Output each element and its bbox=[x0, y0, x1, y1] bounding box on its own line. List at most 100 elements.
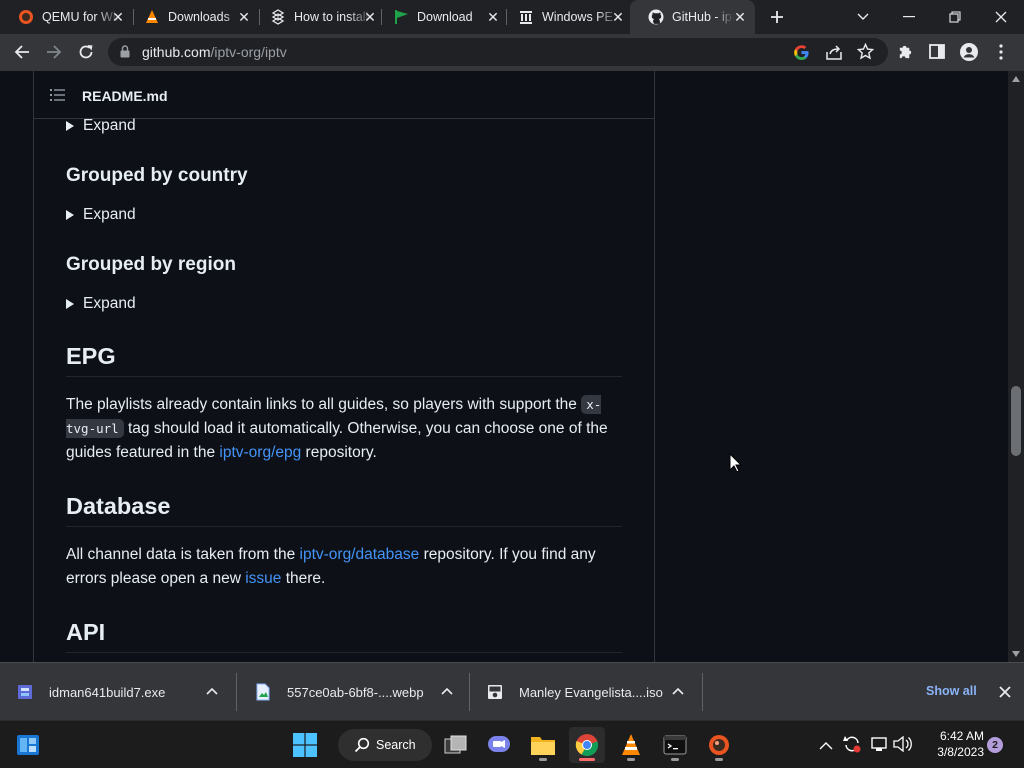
start-button[interactable] bbox=[287, 727, 323, 763]
tab-search-button[interactable] bbox=[840, 0, 886, 34]
database-repo-link[interactable]: iptv-org/database bbox=[300, 546, 420, 563]
close-window-button[interactable] bbox=[978, 0, 1024, 34]
database-text-1: All channel data is taken from the bbox=[66, 546, 300, 563]
tab-strip: QEMU for Windows ✕ Downloads ✕ How to in… bbox=[0, 0, 1024, 34]
show-hidden-icons-button[interactable] bbox=[819, 738, 833, 756]
url-domain: github.com bbox=[142, 44, 211, 60]
expand-label: Expand bbox=[83, 117, 136, 134]
lock-icon[interactable] bbox=[120, 45, 130, 63]
image-file-icon bbox=[256, 683, 270, 701]
chevron-up-icon[interactable] bbox=[441, 686, 453, 698]
back-arrow-icon bbox=[14, 45, 29, 59]
widgets-button[interactable] bbox=[10, 727, 46, 763]
folder-icon bbox=[531, 737, 555, 755]
running-indicator bbox=[627, 758, 635, 761]
vlc-cone-icon bbox=[144, 9, 160, 25]
menu-kebab-icon[interactable] bbox=[998, 44, 1004, 65]
search-label: Search bbox=[376, 738, 416, 752]
database-text-3: there. bbox=[281, 570, 326, 587]
epg-text-3: repository. bbox=[301, 444, 377, 461]
epg-text-1: The playlists already contain links to a… bbox=[66, 396, 582, 413]
volume-icon[interactable] bbox=[893, 735, 913, 757]
epg-repo-link[interactable]: iptv-org/epg bbox=[219, 444, 301, 461]
forward-button[interactable] bbox=[41, 39, 67, 65]
clock[interactable]: 6:42 AM 3/8/2023 bbox=[918, 728, 984, 760]
chevron-up-icon[interactable] bbox=[206, 686, 218, 698]
heading-divider bbox=[66, 652, 622, 653]
expand-toggle[interactable]: Expand bbox=[66, 206, 136, 224]
expand-toggle[interactable]: Expand bbox=[66, 117, 136, 135]
github-icon bbox=[648, 9, 664, 25]
tab-download[interactable]: Download ✕ bbox=[375, 0, 508, 34]
outline-list-icon[interactable] bbox=[50, 88, 66, 107]
teams-chat-button[interactable] bbox=[481, 727, 517, 763]
share-icon[interactable] bbox=[825, 44, 843, 66]
forward-arrow-icon bbox=[47, 45, 62, 59]
chevron-up-icon[interactable] bbox=[672, 686, 684, 698]
back-button[interactable] bbox=[9, 39, 35, 65]
chevron-up-icon bbox=[819, 742, 833, 750]
qemu-button[interactable] bbox=[701, 727, 737, 763]
disclosure-triangle-icon bbox=[66, 121, 74, 131]
chrome-button[interactable] bbox=[569, 727, 605, 763]
readme-container: README.md Expand Grouped by country Expa… bbox=[33, 71, 655, 662]
heading-divider bbox=[66, 526, 622, 527]
download-filename: idman641build7.exe bbox=[49, 684, 166, 700]
issue-link[interactable]: issue bbox=[245, 570, 281, 587]
download-item[interactable]: 557ce0ab-6bf8-....webp bbox=[255, 663, 470, 721]
bookmark-star-icon[interactable] bbox=[856, 42, 875, 65]
close-icon bbox=[999, 686, 1011, 698]
minimize-icon bbox=[903, 16, 915, 18]
task-view-button[interactable] bbox=[438, 727, 474, 763]
vlc-cone-icon bbox=[622, 734, 640, 755]
reload-icon bbox=[79, 45, 93, 59]
url-path: /iptv-org/iptv bbox=[210, 44, 287, 60]
close-tab-icon[interactable]: ✕ bbox=[733, 10, 747, 24]
close-tab-icon[interactable]: ✕ bbox=[486, 10, 500, 24]
readme-filename[interactable]: README.md bbox=[82, 88, 168, 104]
download-divider bbox=[702, 673, 703, 711]
notification-badge[interactable]: 2 bbox=[987, 737, 1003, 753]
google-lens-icon[interactable] bbox=[793, 44, 810, 66]
url-text[interactable]: github.com/iptv-org/iptv bbox=[142, 44, 287, 60]
tab-github-iptv[interactable]: GitHub - iptv-org/iptv ✕ bbox=[630, 0, 755, 34]
tab-downloads[interactable]: Downloads ✕ bbox=[126, 0, 259, 34]
file-explorer-button[interactable] bbox=[525, 727, 561, 763]
restore-button[interactable] bbox=[932, 0, 978, 34]
close-download-bar-button[interactable] bbox=[999, 685, 1011, 703]
scrollbar-thumb[interactable] bbox=[1011, 386, 1021, 456]
terminal-button[interactable] bbox=[657, 727, 693, 763]
heading-grouped-by-region: Grouped by region bbox=[66, 254, 236, 275]
taskbar-search-box[interactable]: Search bbox=[338, 729, 432, 761]
close-tab-icon[interactable]: ✕ bbox=[111, 10, 125, 24]
network-icon[interactable] bbox=[870, 735, 888, 758]
clock-time: 6:42 AM bbox=[939, 729, 984, 743]
minimize-button[interactable] bbox=[886, 0, 932, 34]
tab-qemu[interactable]: QEMU for Windows ✕ bbox=[0, 0, 133, 34]
tab-windows-pe[interactable]: Windows PE ✕ bbox=[500, 0, 633, 34]
download-filename: 557ce0ab-6bf8-....webp bbox=[287, 684, 424, 700]
page-scrollbar[interactable] bbox=[1008, 71, 1024, 662]
green-flag-icon bbox=[393, 9, 409, 25]
reload-button[interactable] bbox=[73, 39, 99, 65]
download-filename: Manley Evangelista....iso bbox=[519, 684, 663, 700]
new-tab-button[interactable] bbox=[764, 5, 790, 29]
close-tab-icon[interactable]: ✕ bbox=[611, 10, 625, 24]
running-indicator bbox=[671, 758, 679, 761]
scroll-down-arrow-icon[interactable] bbox=[1012, 651, 1020, 657]
sync-status-icon[interactable] bbox=[842, 734, 862, 759]
scroll-up-arrow-icon[interactable] bbox=[1012, 76, 1020, 82]
profile-avatar[interactable] bbox=[960, 43, 978, 66]
download-item[interactable]: idman641build7.exe bbox=[17, 663, 237, 721]
show-all-downloads-button[interactable]: Show all bbox=[926, 684, 977, 698]
close-tab-icon[interactable]: ✕ bbox=[237, 10, 251, 24]
extensions-puzzle-icon[interactable] bbox=[897, 43, 914, 65]
download-item[interactable]: Manley Evangelista....iso bbox=[487, 663, 702, 721]
tab-how-to-install[interactable]: How to install ✕ bbox=[252, 0, 385, 34]
vlc-button[interactable] bbox=[613, 727, 649, 763]
plus-icon bbox=[771, 11, 783, 23]
side-panel-icon[interactable] bbox=[929, 44, 945, 64]
expand-toggle[interactable]: Expand bbox=[66, 295, 136, 313]
tab-title: How to install bbox=[294, 10, 369, 24]
heading-database: Database bbox=[66, 493, 171, 519]
